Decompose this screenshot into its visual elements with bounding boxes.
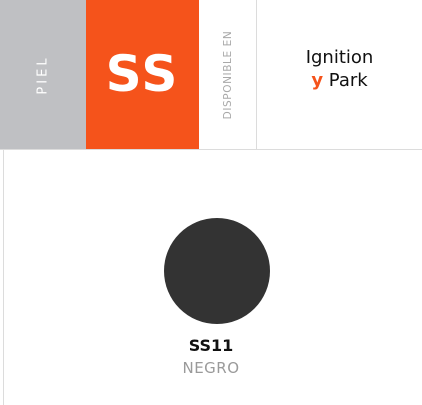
category-label: PIEL	[35, 54, 51, 95]
product-header: PIEL SS DISPONIBLE EN Ignition y Park	[0, 0, 422, 150]
swatch-color-name: NEGRO	[182, 359, 240, 377]
availability-label-cell: DISPONIBLE EN	[199, 0, 257, 149]
model-park-line: y Park	[257, 70, 422, 91]
color-swatch[interactable]	[164, 218, 270, 324]
availability-models: Ignition y Park	[257, 0, 422, 149]
code-cell: SS	[86, 0, 199, 149]
model-park: Park	[323, 70, 368, 91]
model-ignition: Ignition	[305, 47, 374, 68]
code-label: SS	[105, 45, 180, 103]
divider-horizontal	[0, 149, 422, 150]
availability-label: DISPONIBLE EN	[221, 30, 234, 119]
swatch-code: SS11	[188, 336, 234, 355]
connector-y: y	[311, 70, 324, 91]
category-cell: PIEL	[0, 0, 86, 149]
